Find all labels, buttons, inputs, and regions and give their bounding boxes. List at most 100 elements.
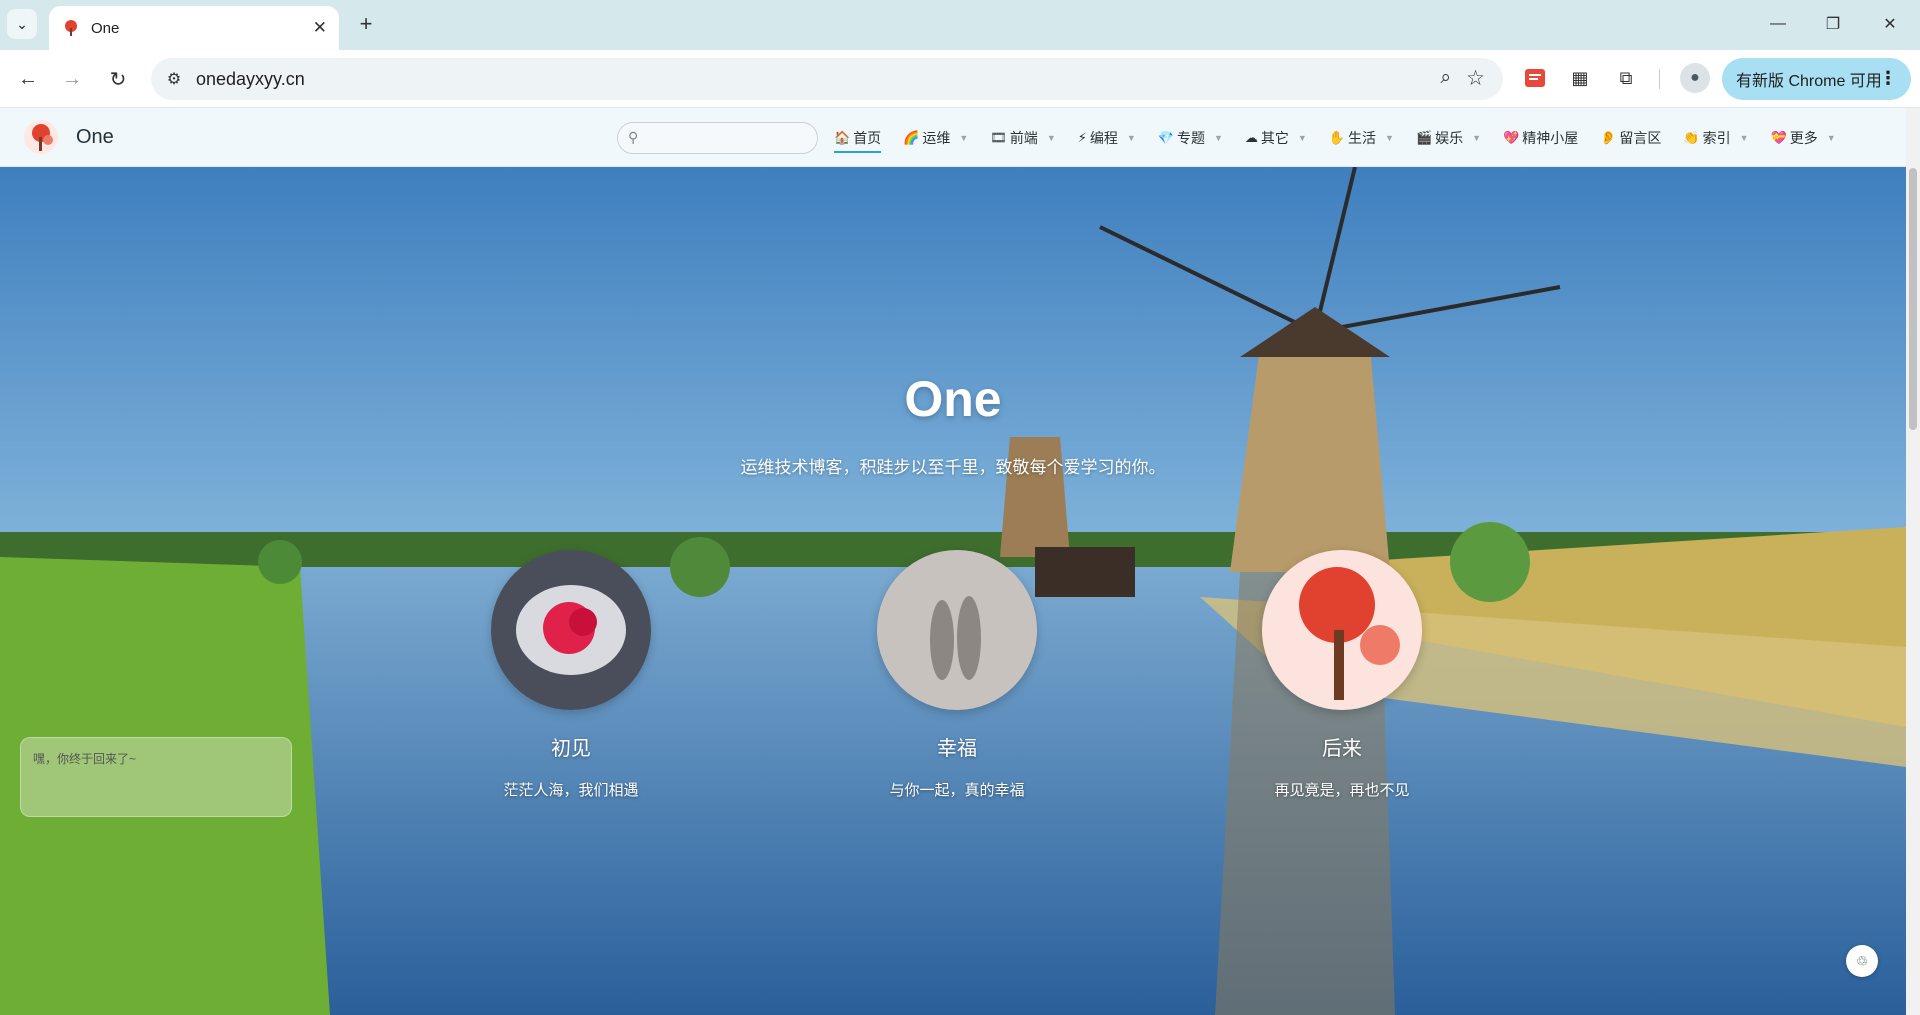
card-title: 初见 <box>551 738 591 760</box>
nav-label: 娱乐 <box>1435 129 1464 146</box>
nav-item-spirit-house[interactable]: 💖 精神小屋 <box>1503 108 1578 167</box>
minimize-icon[interactable]: — <box>1760 12 1796 36</box>
nav-label: 更多 <box>1789 129 1818 146</box>
live2d-chat-bubble: 嘿，你终于回来了~ <box>20 737 292 817</box>
site-name[interactable]: One <box>76 126 114 149</box>
window-close-icon[interactable]: ✕ <box>1872 12 1908 36</box>
zoom-icon[interactable]: ⌕ <box>1440 67 1451 89</box>
card-image-shadows <box>877 550 1037 710</box>
site-favicon-icon <box>65 20 77 36</box>
card-later[interactable]: 后来 再见竟是，再也不见 <box>1262 550 1422 800</box>
hand-icon: ✋ <box>1328 129 1346 145</box>
nav-item-index[interactable]: 👏 索引 ▼ <box>1683 108 1748 167</box>
nav-label: 索引 <box>1702 129 1731 146</box>
caret-down-icon: ▼ <box>1739 132 1749 143</box>
hero-title: One <box>904 371 1002 427</box>
page-scrollbar[interactable] <box>1906 108 1920 1015</box>
nav-label: 运维 <box>922 129 951 146</box>
lightning-icon: ⚡ <box>1077 129 1087 145</box>
site-header: One ⚲ 🏠 首页 🌈 运维 ▼ 🎞 前端 ▼ ⚡ 编程 ▼ 💎 专题 ▼ ☁ 其它 ▼ ✋ 生活 ▼ … <box>0 108 1920 167</box>
restore-icon[interactable]: ❐ <box>1815 12 1851 36</box>
ear-icon: 👂 <box>1600 129 1617 145</box>
card-image-roses <box>491 550 651 710</box>
nav-label: 其它 <box>1260 129 1289 146</box>
back-arrow-icon[interactable]: ← <box>13 64 43 94</box>
qr-code-icon[interactable]: ▦ <box>1566 64 1594 92</box>
card-title: 幸福 <box>937 738 977 760</box>
site-nav: 🏠 首页 🌈 运维 ▼ 🎞 前端 ▼ ⚡ 编程 ▼ 💎 专题 ▼ ☁ 其它 ▼ ✋ 生活 ▼ 🎬 娱乐 ▼ 💖… <box>834 108 1858 167</box>
film-icon: 🎞 <box>990 129 1007 145</box>
hero-banner: One 运维技术博客，积跬步以至千里，致敬每个爱学习的你。 初见 茫茫人海，我们… <box>0 167 1906 1015</box>
scrollbar-thumb[interactable] <box>1909 168 1917 430</box>
card-title: 后来 <box>1322 738 1362 760</box>
site-search-input[interactable]: ⚲ <box>617 122 818 154</box>
tree-logo-icon <box>32 124 53 151</box>
caret-down-icon: ▼ <box>1385 132 1394 143</box>
red-tree-image <box>1262 550 1422 710</box>
site-logo[interactable] <box>24 120 58 154</box>
site-settings-icon[interactable]: ⚙ <box>163 68 185 90</box>
caret-down-icon: ▼ <box>1826 132 1836 143</box>
caret-down-icon: ▼ <box>1472 132 1482 143</box>
caret-down-icon: ▼ <box>1046 132 1056 143</box>
nav-item-frontend[interactable]: 🎞 前端 ▼ <box>990 108 1055 167</box>
nav-label: 首页 <box>853 129 882 146</box>
gem-icon: 💎 <box>1157 129 1174 145</box>
cloud-icon: ☁ <box>1244 129 1258 145</box>
tab-close-icon[interactable]: ✕ <box>313 18 327 38</box>
card-subtitle: 再见竟是，再也不见 <box>1274 782 1410 799</box>
nav-item-entertainment[interactable]: 🎬 娱乐 ▼ <box>1416 108 1481 167</box>
card-subtitle: 茫茫人海，我们相遇 <box>503 782 639 799</box>
new-tab-plus-icon[interactable]: + <box>352 10 380 38</box>
extension-notes-icon[interactable] <box>1521 64 1549 92</box>
hero-subtitle: 运维技术博客，积跬步以至千里，致敬每个爱学习的你。 <box>740 458 1166 477</box>
caret-down-icon: ▼ <box>1126 132 1136 143</box>
card-image-tree <box>1262 550 1422 710</box>
rainbow-icon: 🌈 <box>903 129 920 145</box>
caret-down-icon: ▼ <box>959 132 969 143</box>
nav-item-topics[interactable]: 💎 专题 ▼ <box>1158 108 1223 167</box>
roses-image <box>491 550 651 710</box>
chat-text: 嘿，你终于回来了~ <box>33 752 137 766</box>
nav-item-programming[interactable]: ⚡ 编程 ▼ <box>1078 108 1136 167</box>
nav-item-other[interactable]: ☁ 其它 ▼ <box>1245 108 1307 167</box>
theme-shirt-icon[interactable]: ♲ <box>1846 945 1878 977</box>
tab-title: One <box>91 19 120 37</box>
forward-arrow-icon[interactable]: → <box>57 64 87 94</box>
address-bar[interactable]: ⚙ onedayxyy.cn ⌕ ☆ <box>151 58 1503 100</box>
nav-label: 专题 <box>1176 129 1205 146</box>
couple-shadow-image <box>877 550 1037 710</box>
card-first-meet[interactable]: 初见 茫茫人海，我们相遇 <box>491 550 651 800</box>
nav-label: 留言区 <box>1619 129 1662 146</box>
search-icon: ⚲ <box>628 129 639 145</box>
browser-tab[interactable]: One ✕ <box>49 6 339 50</box>
nav-item-life[interactable]: ✋ 生活 ▼ <box>1329 108 1394 167</box>
nav-item-guestbook[interactable]: 👂 留言区 <box>1600 108 1661 167</box>
update-label: 有新版 Chrome 可用 <box>1736 73 1882 90</box>
more-menu-icon[interactable]: ⋮ <box>1879 68 1897 89</box>
toolbar-divider <box>1659 69 1660 89</box>
nav-label: 前端 <box>1009 129 1038 146</box>
nav-item-ops[interactable]: 🌈 运维 ▼ <box>903 108 968 167</box>
clap-icon: 👏 <box>1683 129 1700 145</box>
nav-label: 生活 <box>1348 129 1377 146</box>
chrome-update-button[interactable]: 有新版 Chrome 可用 ⋮ <box>1722 58 1911 100</box>
browser-toolbar: ← → ↻ ⚙ onedayxyy.cn ⌕ ☆ ▦ ⧉ ● 有新版 Chrom… <box>0 50 1920 108</box>
gift-heart-icon: 💝 <box>1770 129 1787 145</box>
home-icon: 🏠 <box>834 129 851 145</box>
clapper-icon: 🎬 <box>1415 129 1433 145</box>
caret-down-icon: ▼ <box>1213 132 1223 143</box>
nav-label: 编程 <box>1089 129 1118 146</box>
profile-avatar-icon[interactable]: ● <box>1680 63 1710 93</box>
url-text[interactable]: onedayxyy.cn <box>196 69 305 90</box>
tab-search-chevron-icon[interactable]: ⌄ <box>7 9 37 39</box>
reload-icon[interactable]: ↻ <box>103 64 133 94</box>
nav-item-home[interactable]: 🏠 首页 <box>834 108 882 167</box>
card-subtitle: 与你一起，真的幸福 <box>889 782 1025 799</box>
browser-tab-strip: ⌄ One ✕ + — ❐ ✕ <box>0 0 1920 50</box>
page-viewport: One ⚲ 🏠 首页 🌈 运维 ▼ 🎞 前端 ▼ ⚡ 编程 ▼ 💎 专题 ▼ ☁ 其它 ▼ ✋ 生活 ▼ … <box>0 108 1920 1015</box>
extensions-puzzle-icon[interactable]: ⧉ <box>1612 64 1640 92</box>
bookmark-star-icon[interactable]: ☆ <box>1466 66 1485 91</box>
nav-item-more[interactable]: 💝 更多 ▼ <box>1771 108 1836 167</box>
card-happiness[interactable]: 幸福 与你一起，真的幸福 <box>877 550 1037 800</box>
